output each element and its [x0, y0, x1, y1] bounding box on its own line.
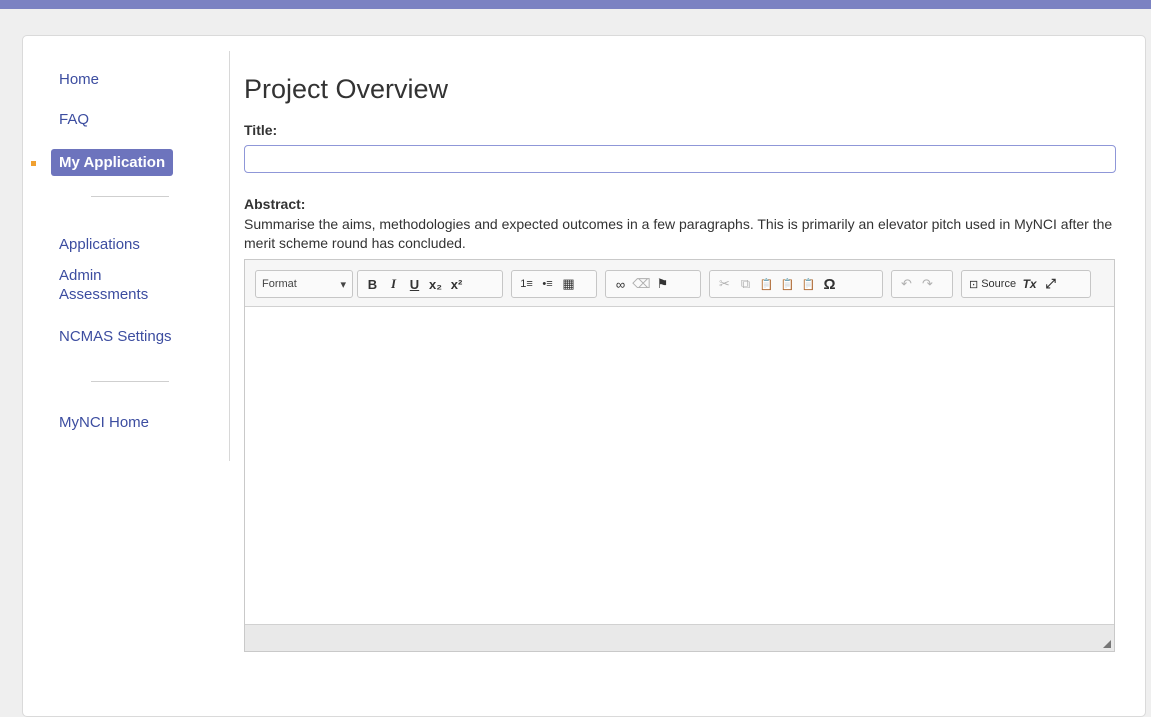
title-label: Title:: [244, 122, 278, 138]
abstract-label: Abstract:: [244, 196, 306, 212]
nav-item-admin-assessments[interactable]: Admin Assessments: [59, 266, 169, 304]
link-group: ∞ ⌫ ⚑: [605, 270, 701, 298]
maximize-icon[interactable]: ⤢: [1040, 273, 1061, 295]
undo-group: ↶ ↷: [891, 270, 953, 298]
clipboard-group: ✂ ⧉ 📋 📋 📋 Ω: [709, 270, 883, 298]
superscript-icon[interactable]: x²: [446, 273, 467, 295]
nav-item-applications[interactable]: Applications: [59, 235, 140, 254]
paste-text-icon[interactable]: 📋: [777, 273, 798, 295]
italic-icon[interactable]: I: [383, 273, 404, 295]
nav-divider: [91, 196, 169, 197]
basic-styles-group: B I U x₂ x²: [357, 270, 503, 298]
editor-status-bar: [245, 624, 1114, 651]
redo-icon[interactable]: ↷: [917, 273, 938, 295]
source-label: Source: [981, 278, 1017, 290]
undo-icon[interactable]: ↶: [896, 273, 917, 295]
nav-item-my-application[interactable]: My Application: [51, 149, 174, 176]
editor-content-area[interactable]: [245, 307, 1114, 625]
editor-toolbar: Format ▾ B I U x₂ x² 1≡ •≡ ▦ ∞ ⌫ ⚑ ✂ ⧉ 📋…: [245, 260, 1114, 307]
rich-text-editor: Format ▾ B I U x₂ x² 1≡ •≡ ▦ ∞ ⌫ ⚑ ✂ ⧉ 📋…: [244, 259, 1115, 652]
abstract-help-text: Summarise the aims, methodologies and ex…: [244, 216, 1113, 251]
content-card: Home FAQ My Application Applications Adm…: [22, 35, 1146, 717]
nav-divider: [91, 381, 169, 382]
chevron-down-icon: ▾: [340, 278, 346, 291]
format-dropdown[interactable]: Format ▾: [255, 270, 353, 298]
nav-item-home[interactable]: Home: [59, 70, 99, 89]
special-character-icon[interactable]: Ω: [819, 273, 840, 295]
nav-item-mynci-home[interactable]: MyNCI Home: [59, 413, 149, 432]
nav-item-ncmas-settings[interactable]: NCMAS Settings: [59, 327, 172, 346]
unlink-icon[interactable]: ⌫: [631, 273, 652, 295]
numbered-list-icon[interactable]: 1≡: [516, 273, 537, 295]
subscript-icon[interactable]: x₂: [425, 273, 446, 295]
table-icon[interactable]: ▦: [558, 273, 579, 295]
paste-word-icon[interactable]: 📋: [798, 273, 819, 295]
title-input[interactable]: [244, 145, 1116, 173]
cut-icon[interactable]: ✂: [714, 273, 735, 295]
page-title: Project Overview: [244, 74, 449, 104]
format-select[interactable]: Format ▾: [256, 278, 352, 291]
document-group: ⊡ Source Tx ⤢: [961, 270, 1091, 298]
active-bullet-marker: [31, 161, 36, 166]
source-icon: ⊡: [969, 278, 979, 291]
underline-icon[interactable]: U: [404, 273, 425, 295]
anchor-icon[interactable]: ⚑: [652, 273, 673, 295]
remove-format-icon[interactable]: Tx: [1019, 273, 1040, 295]
link-icon[interactable]: ∞: [610, 273, 631, 295]
list-group: 1≡ •≡ ▦: [511, 270, 597, 298]
bulleted-list-icon[interactable]: •≡: [537, 273, 558, 295]
sidebar-nav: Home FAQ My Application Applications Adm…: [23, 51, 230, 461]
source-button[interactable]: ⊡ Source: [966, 273, 1019, 295]
top-accent-bar: [0, 0, 1151, 9]
copy-icon[interactable]: ⧉: [735, 273, 756, 295]
resize-handle-icon[interactable]: [1103, 640, 1111, 648]
nav-item-faq[interactable]: FAQ: [59, 110, 89, 129]
format-label: Format: [262, 278, 297, 290]
bold-icon[interactable]: B: [362, 273, 383, 295]
paste-icon[interactable]: 📋: [756, 273, 777, 295]
